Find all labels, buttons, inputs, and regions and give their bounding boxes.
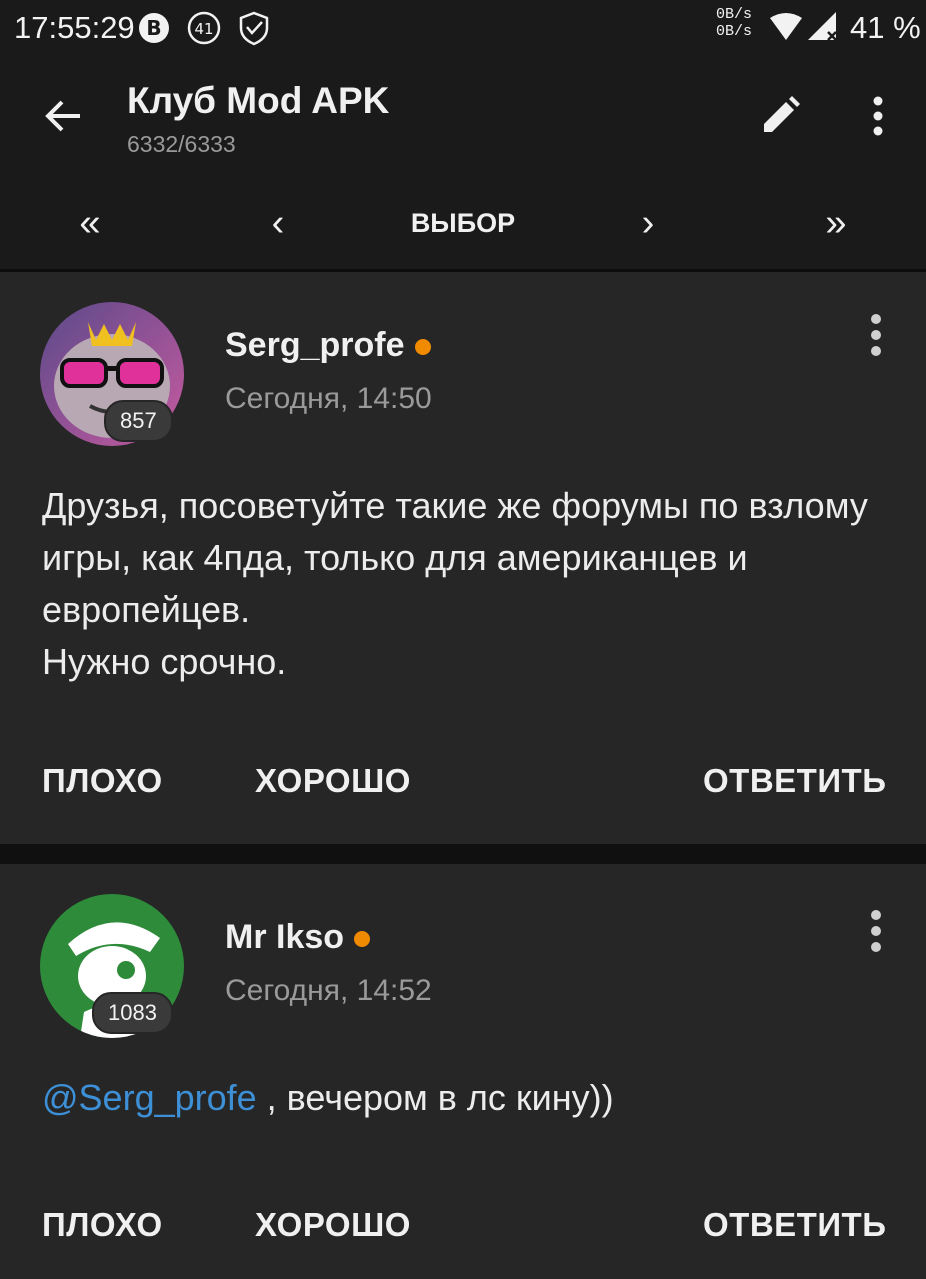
reply-button[interactable]: ОТВЕТИТЬ bbox=[703, 762, 886, 800]
post-text: Друзья, посоветуйте такие же форумы по в… bbox=[42, 485, 868, 682]
post-text: @Serg_profe , вечером в лс кину)) bbox=[42, 1072, 892, 1124]
online-indicator bbox=[354, 931, 371, 948]
post-card: 857 Serg_profe Сегодня, 14:50 Друзья, по… bbox=[0, 272, 926, 844]
app-bar: Клуб Mod APK 6332/6333 « ‹ ВЫБОР › » bbox=[0, 58, 926, 270]
author-name-text: Serg_profe bbox=[225, 326, 405, 364]
post-menu-button[interactable] bbox=[852, 308, 900, 364]
status-bar: 17:55:29 B 41 0B/s 0B/s 41 % bbox=[0, 0, 926, 58]
page-counter: 6332/6333 bbox=[127, 131, 236, 157]
b-circle-icon: B bbox=[136, 10, 172, 46]
back-button[interactable] bbox=[36, 88, 92, 144]
vpn-shield-icon bbox=[236, 10, 272, 46]
page-title: Клуб Mod APK bbox=[127, 80, 390, 121]
like-button[interactable]: ХОРОШО bbox=[255, 1206, 411, 1244]
post-text-body: , вечером в лс кину)) bbox=[256, 1077, 614, 1118]
signal-icon bbox=[806, 10, 842, 46]
reputation-badge[interactable]: 857 bbox=[104, 400, 173, 442]
edit-button[interactable] bbox=[752, 88, 808, 144]
reply-button[interactable]: ОТВЕТИТЬ bbox=[703, 1206, 886, 1244]
wifi-icon bbox=[768, 12, 804, 48]
net-down: 0B/s bbox=[716, 23, 753, 40]
back-arrow-icon bbox=[45, 100, 80, 132]
post-card: 1083 Mr Ikso Сегодня, 14:52 @Serg_profe … bbox=[0, 864, 926, 1279]
last-page-button[interactable]: » bbox=[806, 188, 866, 258]
svg-text:41: 41 bbox=[194, 20, 213, 38]
notification-count-icon: 41 bbox=[186, 10, 222, 46]
status-time: 17:55:29 bbox=[14, 10, 135, 45]
next-page-button[interactable]: › bbox=[618, 188, 678, 258]
reputation-badge[interactable]: 1083 bbox=[92, 992, 173, 1034]
more-vert-icon bbox=[871, 910, 881, 952]
author-name-text: Mr Ikso bbox=[225, 918, 345, 956]
net-up: 0B/s bbox=[716, 6, 753, 23]
post-date: Сегодня, 14:50 bbox=[225, 382, 432, 415]
prev-page-button[interactable]: ‹ bbox=[248, 188, 308, 258]
pencil-icon bbox=[764, 96, 800, 132]
author-name[interactable]: Serg_profe bbox=[225, 326, 431, 365]
like-button[interactable]: ХОРОШО bbox=[255, 762, 411, 800]
online-indicator bbox=[414, 339, 431, 356]
battery-level: 41 % bbox=[850, 10, 921, 45]
post-separator bbox=[0, 844, 926, 864]
post-menu-button[interactable] bbox=[852, 904, 900, 960]
post-date: Сегодня, 14:52 bbox=[225, 974, 432, 1007]
network-speed: 0B/s 0B/s bbox=[716, 6, 752, 40]
page-navigation: « ‹ ВЫБОР › » bbox=[0, 188, 926, 258]
first-page-button[interactable]: « bbox=[60, 188, 120, 258]
svg-text:B: B bbox=[146, 16, 161, 40]
more-vert-icon bbox=[871, 314, 881, 356]
more-vert-icon bbox=[873, 96, 883, 136]
dislike-button[interactable]: ПЛОХО bbox=[42, 1206, 163, 1244]
author-name[interactable]: Mr Ikso bbox=[225, 918, 371, 957]
menu-button[interactable] bbox=[850, 88, 906, 144]
select-page-button[interactable]: ВЫБОР bbox=[383, 188, 543, 258]
user-mention-link[interactable]: @Serg_profe bbox=[42, 1077, 257, 1118]
dislike-button[interactable]: ПЛОХО bbox=[42, 762, 163, 800]
